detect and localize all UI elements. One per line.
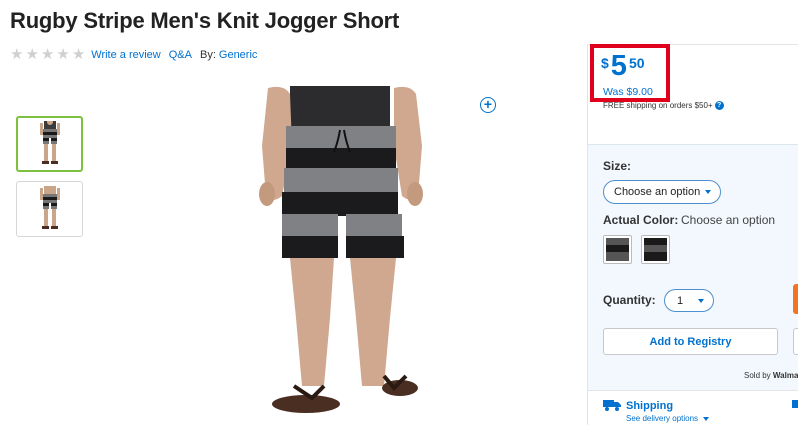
brand-link[interactable]: Generic bbox=[219, 49, 258, 61]
thumbnail-back[interactable] bbox=[16, 181, 83, 237]
size-select[interactable]: Choose an option bbox=[603, 180, 721, 204]
chevron-down-icon bbox=[703, 416, 710, 421]
sold-by: Sold by Walmart bbox=[744, 371, 798, 380]
star-icon: ★ bbox=[25, 46, 39, 63]
add-to-cart-button[interactable] bbox=[793, 284, 798, 314]
price-highlight-box bbox=[590, 44, 670, 102]
store-icon bbox=[792, 400, 798, 408]
chevron-down-icon bbox=[698, 299, 704, 303]
chevron-down-icon bbox=[705, 190, 711, 194]
product-main-image bbox=[259, 86, 423, 413]
color-hint: Choose an option bbox=[681, 213, 776, 227]
product-title: Rugby Stripe Men's Knit Jogger Short bbox=[10, 8, 400, 33]
thumbnail-front[interactable] bbox=[16, 116, 83, 172]
shorts-front-thumb-image bbox=[39, 121, 60, 164]
zoom-in-icon[interactable]: + bbox=[480, 97, 496, 113]
add-to-registry-button[interactable]: Add to Registry bbox=[603, 328, 778, 355]
quantity-label: Quantity: bbox=[603, 293, 656, 307]
star-rating[interactable]: ★ ★ ★ ★ ★ bbox=[10, 47, 85, 62]
delivery-options-link[interactable]: See delivery options bbox=[626, 414, 710, 423]
shipping-title[interactable]: Shipping bbox=[626, 400, 673, 412]
rating-row: ★ ★ ★ ★ ★ Write a review Q&A By: Generic bbox=[10, 47, 257, 62]
help-icon[interactable]: ? bbox=[714, 101, 724, 110]
truck-icon bbox=[603, 400, 621, 411]
color-swatch-2[interactable] bbox=[641, 235, 670, 264]
star-icon: ★ bbox=[40, 46, 55, 63]
by-label: By: bbox=[199, 48, 216, 61]
quantity-select[interactable]: 1 bbox=[664, 289, 714, 312]
thumbnail-list bbox=[16, 116, 83, 246]
star-icon: ★ bbox=[10, 46, 24, 63]
color-label: Actual Color: bbox=[603, 213, 679, 227]
free-shipping-note: FREE shipping on orders $50+ ? bbox=[603, 101, 724, 110]
seller-name[interactable]: Walmart bbox=[773, 371, 798, 380]
color-swatch-1[interactable] bbox=[603, 235, 632, 264]
qa-link[interactable]: Q&A bbox=[169, 49, 192, 61]
star-icon: ★ bbox=[71, 46, 86, 63]
size-label: Size: bbox=[603, 159, 632, 173]
write-review-link[interactable]: Write a review bbox=[91, 49, 160, 61]
add-to-list-button[interactable] bbox=[793, 328, 798, 355]
shorts-back-thumb-image bbox=[39, 186, 60, 229]
star-icon: ★ bbox=[56, 46, 70, 63]
